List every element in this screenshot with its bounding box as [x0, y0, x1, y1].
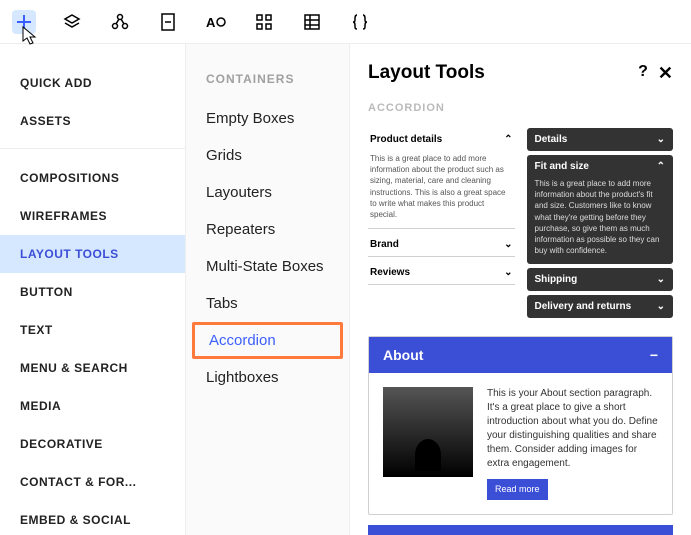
plus-icon[interactable]	[12, 10, 36, 34]
chevron-down-icon: ⌄	[657, 301, 665, 312]
secondary-sidebar: CONTAINERS Empty Boxes Grids Layouters R…	[185, 44, 350, 535]
sidebar-text[interactable]: TEXT	[0, 311, 185, 349]
about-image	[383, 387, 473, 477]
braces-icon[interactable]	[348, 10, 372, 34]
containers-header: CONTAINERS	[186, 64, 349, 100]
svg-text:A: A	[206, 15, 216, 30]
top-toolbar: A	[0, 0, 691, 44]
primary-sidebar: QUICK ADD ASSETS COMPOSITIONS WIREFRAMES…	[0, 44, 185, 535]
sub-repeaters[interactable]: Repeaters	[186, 211, 349, 248]
sub-lightboxes[interactable]: Lightboxes	[186, 359, 349, 396]
help-icon[interactable]: ?	[638, 63, 648, 84]
sidebar-decorative[interactable]: DECORATIVE	[0, 425, 185, 463]
chevron-down-icon: ⌄	[504, 267, 512, 278]
sub-layouters[interactable]: Layouters	[186, 174, 349, 211]
chevron-down-icon: ⌄	[657, 274, 665, 285]
sub-empty-boxes[interactable]: Empty Boxes	[186, 100, 349, 137]
accordion-preset-light[interactable]: Product details ⌃ This is a great place t…	[368, 128, 515, 318]
acc-head: Brand	[370, 239, 399, 250]
sidebar-button[interactable]: BUTTON	[0, 273, 185, 311]
about-text: This is your About section paragraph. It…	[487, 387, 658, 500]
connect-icon[interactable]	[108, 10, 132, 34]
sidebar-quick-add[interactable]: QUICK ADD	[0, 64, 185, 102]
acc-head: Shipping	[535, 274, 578, 285]
sidebar-compositions[interactable]: COMPOSITIONS	[0, 159, 185, 197]
sidebar-menu-search[interactable]: MENU & SEARCH	[0, 349, 185, 387]
sidebar-embed-social[interactable]: EMBED & SOCIAL	[0, 501, 185, 535]
acc-head: Delivery and returns	[535, 301, 632, 312]
acc-head: Reviews	[370, 267, 410, 278]
close-icon[interactable]: ✕	[658, 63, 673, 84]
layers-icon[interactable]	[60, 10, 84, 34]
acc-head: Fit and size	[535, 161, 589, 172]
table-icon[interactable]	[300, 10, 324, 34]
sidebar-contact-forms[interactable]: CONTACT & FOR...	[0, 463, 185, 501]
accordion-preset-about[interactable]: About − This is your About section paragr…	[368, 336, 673, 515]
chevron-up-icon: ⌃	[657, 161, 665, 172]
about-title: About	[383, 347, 423, 363]
chevron-up-icon: ⌃	[504, 134, 512, 145]
acc-head: Details	[535, 134, 568, 145]
sub-multistate[interactable]: Multi-State Boxes	[186, 248, 349, 285]
panel-title: Layout Tools	[368, 62, 485, 84]
contact-strip[interactable]: Contact+	[368, 525, 673, 535]
chevron-down-icon: ⌄	[657, 134, 665, 145]
sidebar-layout-tools[interactable]: LAYOUT TOOLS	[0, 235, 185, 273]
minus-icon: −	[650, 347, 658, 363]
section-label: ACCORDION	[368, 102, 673, 114]
doc-icon[interactable]	[156, 10, 180, 34]
acc-body: This is a great place to add more inform…	[527, 178, 674, 264]
read-more-button[interactable]: Read more	[487, 479, 548, 500]
chevron-down-icon: ⌄	[504, 239, 512, 250]
sub-accordion[interactable]: Accordion	[192, 322, 343, 359]
sidebar-media[interactable]: MEDIA	[0, 387, 185, 425]
sub-tabs[interactable]: Tabs	[186, 285, 349, 322]
acc-head: Product details	[370, 134, 442, 145]
sidebar-wireframes[interactable]: WIREFRAMES	[0, 197, 185, 235]
sidebar-assets[interactable]: ASSETS	[0, 102, 185, 149]
text-style-icon[interactable]: A	[204, 10, 228, 34]
sub-grids[interactable]: Grids	[186, 137, 349, 174]
accordion-preset-dark[interactable]: Details ⌄ Fit and size ⌃ This is a great p…	[527, 128, 674, 318]
preview-panel: Layout Tools ? ✕ ACCORDION Product detai…	[350, 44, 691, 535]
grid-icon[interactable]	[252, 10, 276, 34]
acc-body: This is a great place to add more inform…	[368, 151, 515, 228]
